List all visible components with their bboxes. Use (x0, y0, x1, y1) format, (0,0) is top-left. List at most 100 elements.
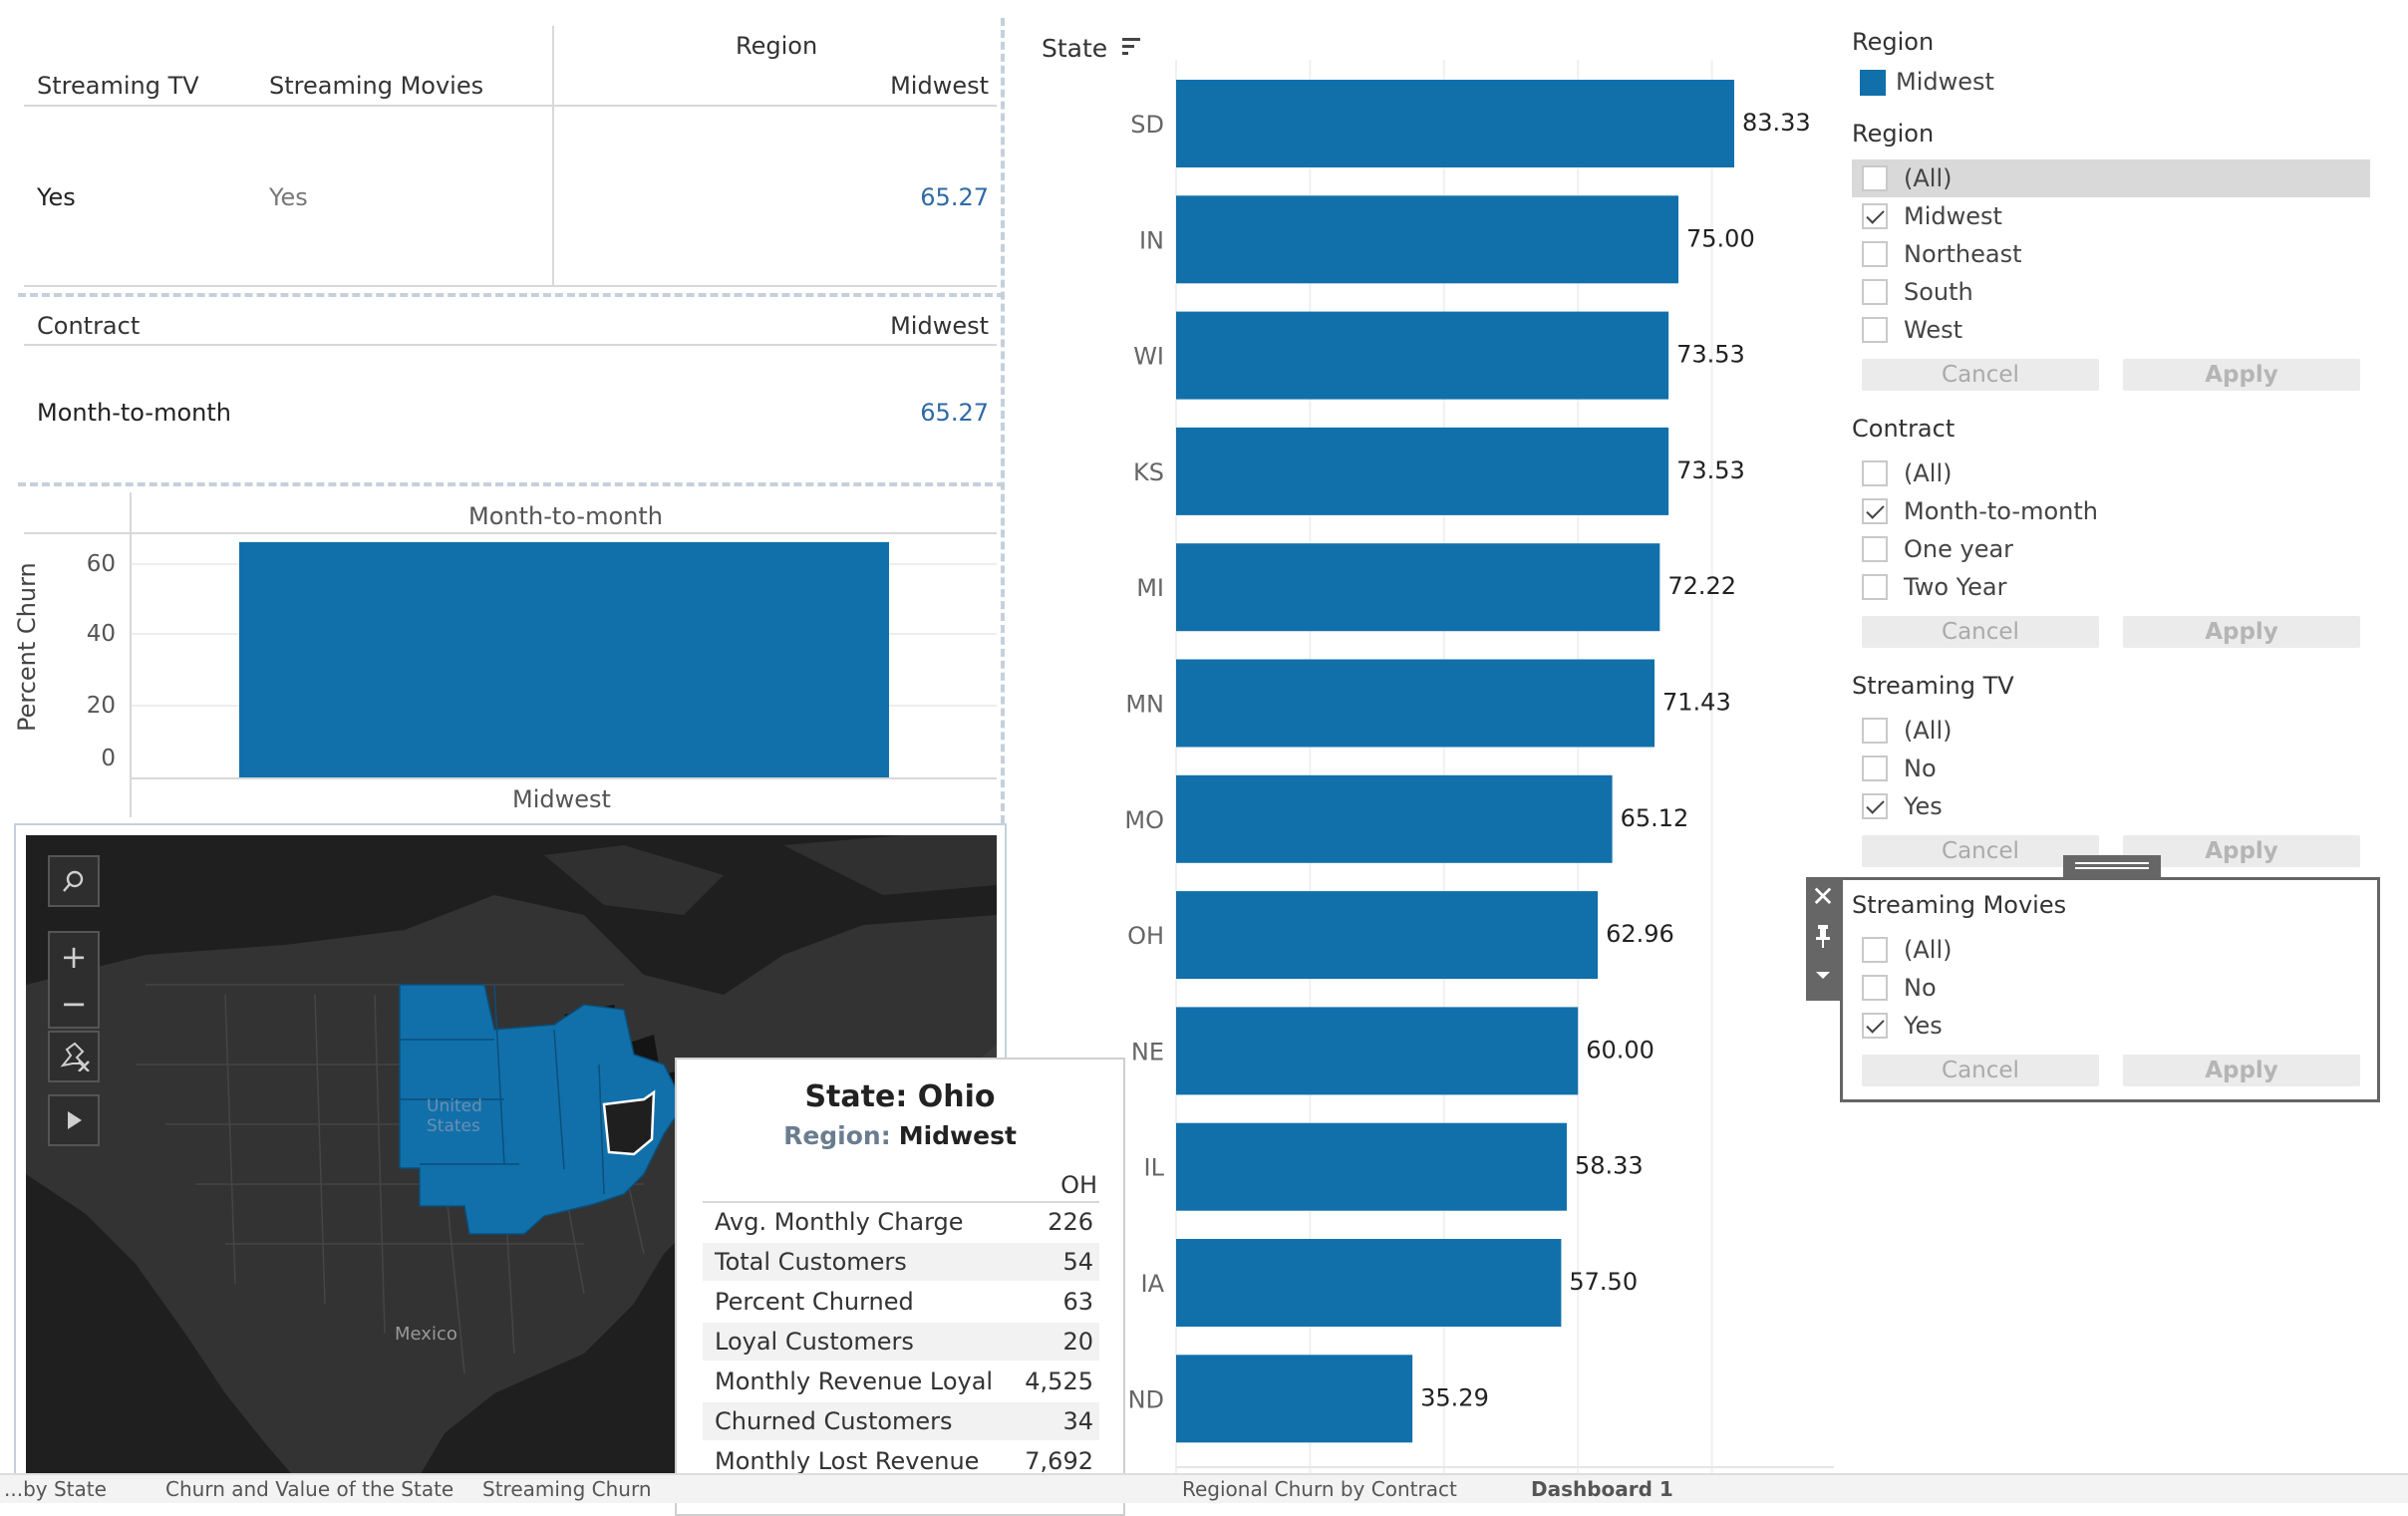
checkbox-icon[interactable] (1862, 756, 1888, 781)
y-tick-60: 60 (86, 551, 116, 577)
tooltip-region-label: Region: (783, 1121, 891, 1150)
state-label-ks: KS (1133, 458, 1164, 486)
tooltip-row: Churned Customers 34 (703, 1402, 1099, 1440)
row-streaming-movies: Yes (269, 183, 308, 211)
checkbox-icon[interactable] (1862, 279, 1888, 305)
state-label-in: IN (1139, 226, 1164, 254)
filter-option-label: South (1904, 278, 1973, 306)
checkbox-icon[interactable] (1862, 718, 1888, 744)
state-value-sd: 83.33 (1742, 109, 1811, 137)
checkbox-checked-icon[interactable] (1862, 203, 1888, 229)
state-label-sd: SD (1130, 111, 1164, 139)
checkbox-checked-icon[interactable] (1862, 498, 1888, 524)
tooltip-row: Percent Churned 63 (703, 1283, 1099, 1321)
state-label-il: IL (1144, 1154, 1165, 1182)
state-bar-mi[interactable] (1176, 543, 1660, 632)
state-bar-nd[interactable] (1176, 1355, 1413, 1443)
state-label-wi: WI (1133, 343, 1164, 371)
filter-option[interactable]: One year (1862, 531, 2013, 567)
state-bar-ks[interactable] (1176, 427, 1669, 515)
state-bar-mn[interactable] (1176, 659, 1656, 748)
region-value-header: Midwest (890, 72, 989, 100)
state-bar-ne[interactable] (1176, 1007, 1579, 1095)
filter-option[interactable]: Month-to-month (1862, 493, 2098, 529)
zoom-in-button[interactable]: + (61, 933, 88, 980)
contract-churn-value[interactable]: 65.27 (920, 399, 989, 427)
cancel-button[interactable]: Cancel (1862, 616, 2099, 648)
checkbox-icon[interactable] (1862, 165, 1888, 191)
filter-option[interactable]: Two Year (1862, 569, 2006, 605)
filter-option[interactable]: (All) (1862, 713, 1952, 749)
filter-option[interactable]: (All) (1862, 455, 1952, 491)
sort-icon[interactable] (1119, 34, 1145, 60)
tooltip: State: Ohio Region: Midwest OH Avg. Mont… (675, 1058, 1125, 1516)
state-bar-il[interactable] (1176, 1122, 1567, 1211)
tooltip-row-label: Percent Churned (715, 1288, 914, 1316)
map-search-button[interactable] (48, 855, 100, 907)
filter-option[interactable]: Yes (1862, 788, 1943, 824)
filter-option[interactable]: (All) (1862, 160, 1952, 196)
state-header[interactable]: State (1042, 34, 1145, 63)
map-unpin-button[interactable] (48, 1031, 100, 1082)
drag-handle[interactable] (2063, 855, 2161, 877)
filter-option-label: (All) (1904, 459, 1953, 487)
state-header-label: State (1042, 34, 1108, 63)
map-expand-button[interactable] (48, 1094, 100, 1146)
filter-option[interactable]: South (1862, 274, 1973, 310)
checkbox-icon[interactable] (1862, 317, 1888, 343)
filter-option[interactable]: West (1862, 312, 1962, 348)
cancel-button[interactable]: Cancel (1862, 359, 2099, 391)
checkbox-icon[interactable] (1862, 460, 1888, 486)
filter-title-region: Region (1852, 120, 1935, 148)
sheet-tab[interactable]: ...by State (4, 1477, 107, 1501)
state-value-mi: 72.22 (1667, 572, 1736, 600)
state-bar-ia[interactable] (1176, 1239, 1562, 1327)
sheet-tab[interactable]: Churn and Value of the State (165, 1477, 453, 1501)
filter-option-label: Month-to-month (1904, 497, 2098, 525)
state-bars-plot: SD 83.33 IN 75.00 WI 73.53 KS 73.53 MI 72.22 MN 71.… (1124, 60, 1834, 1475)
state-value-ks: 73.53 (1676, 456, 1745, 484)
state-label-mi: MI (1136, 574, 1164, 602)
tooltip-region-value: Midwest (898, 1121, 1017, 1150)
y-tick-40: 40 (86, 621, 116, 647)
state-label-ne: NE (1131, 1038, 1164, 1065)
state-bar-in[interactable] (1176, 195, 1678, 284)
checkbox-icon[interactable] (1862, 241, 1888, 267)
pin-button[interactable] (1806, 915, 1840, 957)
map-zoom-controls: + − (48, 931, 100, 1029)
filter-option[interactable]: Midwest (1862, 198, 2002, 234)
y-tick-20: 20 (86, 693, 116, 719)
tooltip-row-value: 34 (1062, 1407, 1093, 1435)
chart-bottom-label: Midwest (512, 785, 611, 813)
map-label-us: United States (427, 1096, 482, 1136)
checkbox-icon[interactable] (1862, 536, 1888, 562)
state-bar-sd[interactable] (1176, 80, 1734, 167)
apply-button[interactable]: Apply (2123, 616, 2360, 648)
sheet-tab[interactable]: Streaming Churn (482, 1477, 652, 1501)
tooltip-row-label: Loyal Customers (715, 1328, 914, 1356)
legend-item[interactable]: Midwest (1896, 68, 1994, 96)
zoom-out-button[interactable]: − (61, 980, 88, 1027)
tooltip-region: Region: Midwest (677, 1121, 1123, 1150)
tooltip-title: State: Ohio (804, 1079, 996, 1114)
filter-option[interactable]: No (1862, 751, 1937, 786)
filter-option-label: (All) (1904, 717, 1953, 745)
more-options-button[interactable] (1806, 957, 1840, 995)
tooltip-row-value: 54 (1062, 1248, 1093, 1276)
tooltip-row-label: Monthly Revenue Loyal (715, 1367, 994, 1395)
state-value-oh: 62.96 (1606, 920, 1674, 948)
close-button[interactable]: ✕ (1806, 877, 1840, 915)
sheet-tab[interactable]: Dashboard 1 (1531, 1477, 1673, 1501)
checkbox-checked-icon[interactable] (1862, 793, 1888, 819)
state-value-nd: 35.29 (1420, 1383, 1489, 1411)
state-bar-mo[interactable] (1176, 774, 1613, 863)
state-bar-wi[interactable] (1176, 311, 1669, 400)
filter-option[interactable]: Northeast (1862, 236, 2022, 272)
sheet-tab[interactable]: Regional Churn by Contract (1182, 1477, 1457, 1501)
churn-bar-midwest[interactable] (239, 541, 889, 777)
checkbox-icon[interactable] (1862, 574, 1888, 600)
state-bar-oh[interactable] (1176, 891, 1599, 980)
chart-top-label: Month-to-month (468, 502, 663, 530)
apply-button[interactable]: Apply (2123, 359, 2360, 391)
churn-value[interactable]: 65.27 (920, 183, 989, 211)
